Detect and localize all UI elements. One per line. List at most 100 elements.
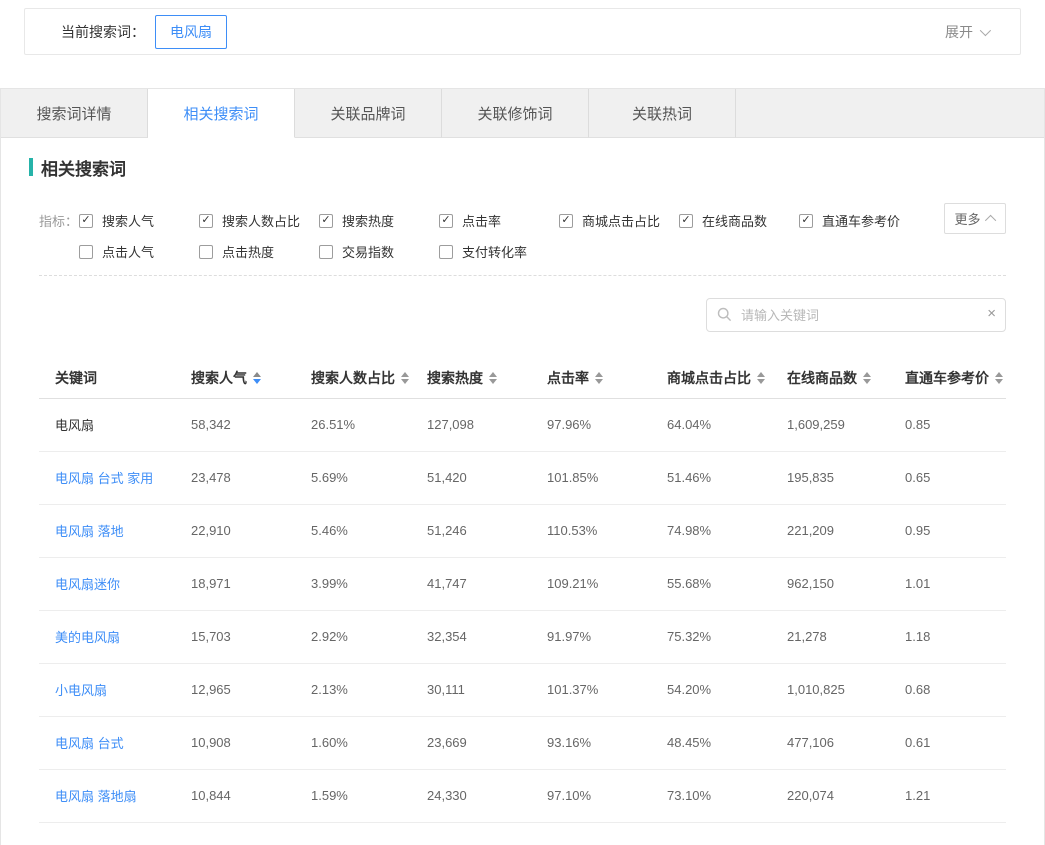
- keyword-cell[interactable]: 电风扇 落地扇: [39, 769, 175, 822]
- tab-related-hot-terms[interactable]: 关联热词: [589, 89, 736, 138]
- value-cell: 1.18: [889, 610, 1006, 663]
- keyword-tag[interactable]: 电风扇: [155, 15, 227, 49]
- checkbox-icon[interactable]: [559, 214, 573, 228]
- tab-related-search-terms[interactable]: 相关搜索词: [148, 89, 295, 138]
- keyword-search-input[interactable]: [706, 298, 1006, 332]
- column-header[interactable]: 搜索人数占比: [311, 368, 411, 388]
- close-icon[interactable]: ×: [987, 305, 996, 322]
- checkbox-icon[interactable]: [79, 214, 93, 228]
- checkbox-icon[interactable]: [319, 245, 333, 259]
- tab-label: 关联热词: [632, 103, 692, 124]
- value-cell: 220,074: [771, 769, 889, 822]
- section-header: 相关搜索词: [29, 155, 1044, 179]
- checkbox-icon[interactable]: [679, 214, 693, 228]
- expand-button[interactable]: 展开: [945, 22, 988, 42]
- checkbox-icon[interactable]: [199, 245, 213, 259]
- checkbox-icon[interactable]: [319, 214, 333, 228]
- tab-label: 关联修饰词: [477, 103, 552, 124]
- tab-label: 相关搜索词: [183, 103, 258, 124]
- checkbox-icon[interactable]: [199, 214, 213, 228]
- metric-click-rate[interactable]: 点击率: [439, 211, 559, 230]
- column-header[interactable]: 在线商品数: [787, 368, 889, 388]
- column-header[interactable]: 搜索人气: [191, 368, 295, 388]
- metrics-label: 指标：: [39, 211, 79, 230]
- metric-mall-click-ratio[interactable]: 商城点击占比: [559, 211, 679, 230]
- value-cell: 97.10%: [531, 769, 651, 822]
- keyword-cell[interactable]: 电风扇 落地: [39, 504, 175, 557]
- checkbox-label: 点击热度: [222, 242, 274, 261]
- value-cell: 51,246: [411, 504, 531, 557]
- value-cell: 58,342: [175, 398, 295, 451]
- metric-search-popularity[interactable]: 搜索人气: [79, 211, 199, 230]
- metric-trade-index[interactable]: 交易指数: [319, 242, 439, 261]
- column-label: 关键词: [55, 368, 97, 388]
- metric-online-products[interactable]: 在线商品数: [679, 211, 799, 230]
- value-cell: 32,354: [411, 610, 531, 663]
- value-cell: 97.96%: [531, 398, 651, 451]
- checkbox-icon[interactable]: [799, 214, 813, 228]
- checkbox-label: 搜索人气: [102, 211, 154, 230]
- metric-search-people-ratio[interactable]: 搜索人数占比: [199, 211, 319, 230]
- value-cell: 64.04%: [651, 398, 771, 451]
- tab-label: 关联品牌词: [330, 103, 405, 124]
- value-cell: 127,098: [411, 398, 531, 451]
- sort-arrows-icon[interactable]: [757, 372, 765, 384]
- value-cell: 1,609,259: [771, 398, 889, 451]
- metric-click-heat[interactable]: 点击热度: [199, 242, 319, 261]
- value-cell: 0.68: [889, 663, 1006, 716]
- value-cell: 1.21: [889, 769, 1006, 822]
- keyword-cell[interactable]: 电风扇 台式 家用: [39, 451, 175, 504]
- table-row: 电风扇58,34226.51%127,09897.96%64.04%1,609,…: [39, 398, 1006, 451]
- metric-click-popularity[interactable]: 点击人气: [79, 242, 199, 261]
- value-cell: 51,420: [411, 451, 531, 504]
- column-header[interactable]: 商城点击占比: [667, 368, 771, 388]
- keyword-cell[interactable]: 小电风扇: [39, 663, 175, 716]
- table-row: 电风扇迷你18,9713.99%41,747109.21%55.68%962,1…: [39, 557, 1006, 610]
- keyword-search-box: ×: [706, 298, 1006, 332]
- value-cell: 12,965: [175, 663, 295, 716]
- checkbox-icon[interactable]: [439, 245, 453, 259]
- checkbox-label: 商城点击占比: [582, 211, 660, 230]
- main-panel: 搜索词详情相关搜索词关联品牌词关联修饰词关联热词 相关搜索词 指标： 搜索人气搜…: [0, 88, 1045, 845]
- checkbox-label: 支付转化率: [462, 242, 527, 261]
- value-cell: 101.85%: [531, 451, 651, 504]
- more-button[interactable]: 更多: [944, 203, 1006, 234]
- column-label: 商城点击占比: [667, 368, 751, 388]
- tab-related-modifier-terms[interactable]: 关联修饰词: [442, 89, 589, 138]
- value-cell: 5.46%: [295, 504, 411, 557]
- checkbox-label: 在线商品数: [702, 211, 767, 230]
- more-label: 更多: [954, 209, 980, 228]
- tab-search-term-detail[interactable]: 搜索词详情: [1, 89, 148, 138]
- sort-arrows-icon[interactable]: [995, 372, 1003, 384]
- sort-arrows-icon[interactable]: [401, 372, 409, 384]
- tab-related-brand-terms[interactable]: 关联品牌词: [295, 89, 442, 138]
- tab-bar: 搜索词详情 相关搜索词 关联品牌词 关联修饰词 关联热词: [1, 88, 1044, 138]
- keyword-cell[interactable]: 电风扇迷你: [39, 557, 175, 610]
- sort-arrows-icon[interactable]: [595, 372, 603, 384]
- sort-arrows-icon[interactable]: [863, 372, 871, 384]
- metric-search-heat[interactable]: 搜索热度: [319, 211, 439, 230]
- value-cell: 110.53%: [531, 504, 651, 557]
- metric-ztc-ref-price[interactable]: 直通车参考价: [799, 211, 919, 230]
- keyword-cell[interactable]: 电风扇 台式: [39, 716, 175, 769]
- related-search-table: 关键词 搜索人气搜索人数占比 搜索热度点击率商城点击占比 在线商品数直通车参考价 电风…: [39, 358, 1006, 823]
- table-row: 电风扇 台式 家用23,4785.69%51,420101.85%51.46%1…: [39, 451, 1006, 504]
- column-header[interactable]: 搜索热度: [427, 368, 531, 388]
- checkbox-icon[interactable]: [439, 214, 453, 228]
- sort-arrows-icon[interactable]: [253, 372, 261, 384]
- value-cell: 48.45%: [651, 716, 771, 769]
- search-icon: [717, 307, 732, 322]
- column-header[interactable]: 直通车参考价: [905, 368, 1006, 388]
- column-label: 搜索人数占比: [311, 368, 395, 388]
- chevron-up-icon: [984, 214, 995, 225]
- value-cell: 22,910: [175, 504, 295, 557]
- value-cell: 0.85: [889, 398, 1006, 451]
- metric-pay-conversion[interactable]: 支付转化率: [439, 242, 559, 261]
- checkbox-label: 搜索热度: [342, 211, 394, 230]
- value-cell: 3.99%: [295, 557, 411, 610]
- sort-arrows-icon[interactable]: [489, 372, 497, 384]
- column-header[interactable]: 点击率: [547, 368, 651, 388]
- tab-bar-filler: [736, 89, 1044, 138]
- keyword-cell[interactable]: 美的电风扇: [39, 610, 175, 663]
- checkbox-icon[interactable]: [79, 245, 93, 259]
